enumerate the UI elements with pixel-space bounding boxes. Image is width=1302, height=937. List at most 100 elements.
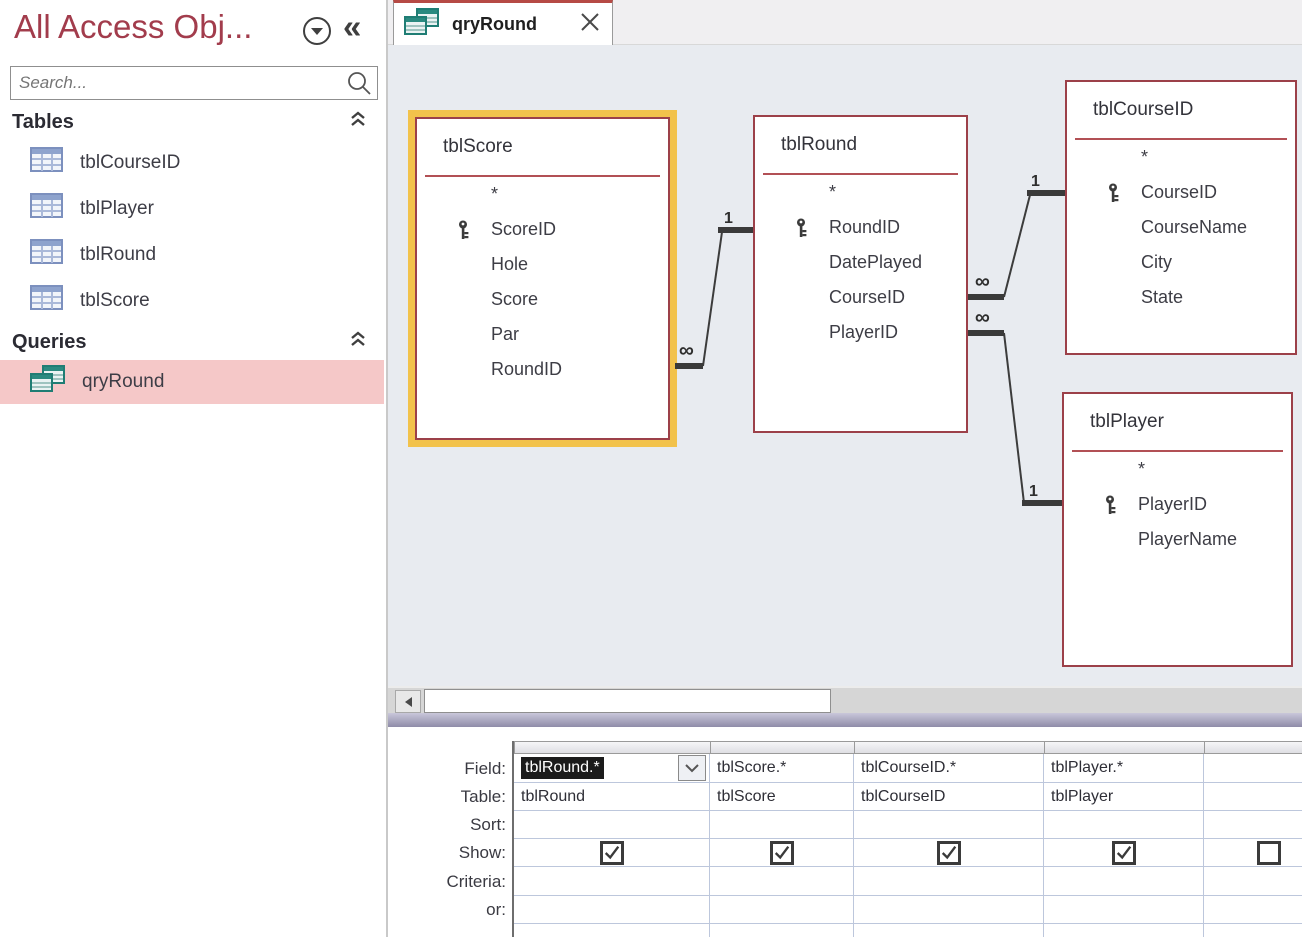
show-checkbox[interactable] [1257,841,1281,865]
grid-cell-criteria-col3[interactable] [854,867,1044,896]
show-checkbox[interactable] [1112,841,1136,865]
one-cardinality-label: 1 [724,210,733,227]
grid-cell-field-col2[interactable]: tblScore.* [710,754,854,783]
circle-chevron-down-icon [301,15,333,47]
grid-row-label-or: or: [388,900,506,920]
grid-cell-table-col2[interactable]: tblScore [710,783,854,811]
many-cardinality-label: ∞ [975,306,990,329]
collapse-section-icon[interactable] [348,329,368,355]
grid-cell-or2-col1[interactable] [514,924,710,937]
left-arrow-icon [403,696,413,708]
grid-row-label-field: Field: [388,759,506,779]
selected-field-value: tblRound.* [521,757,604,779]
grid-cell-table-col3[interactable]: tblCourseID [854,783,1044,811]
grid-column-selector[interactable] [514,741,711,754]
grid-cell-sort-col5[interactable] [1204,811,1302,839]
sidebar-item-tblplayer[interactable]: tblPlayer [0,186,384,232]
show-checkbox[interactable] [937,841,961,865]
grid-cell-table-col4[interactable]: tblPlayer [1044,783,1204,811]
document-area: qryRound tblScore*ScoreIDHoleScoreParRou… [388,0,1302,937]
grid-column-selector[interactable] [1044,741,1205,754]
grid-cell-show-col4[interactable] [1044,839,1204,867]
access-window: All Access Obj... « TablestblCourseIDtbl… [0,0,1302,937]
grid-row-label-sort: Sort: [388,815,506,835]
search-input[interactable] [11,67,341,99]
grid-cell-show-col2[interactable] [710,839,854,867]
grid-cell-sort-col4[interactable] [1044,811,1204,839]
nav-section-label: Tables [12,111,74,134]
pane-splitter[interactable] [388,713,1302,727]
grid-cell-table-col5[interactable] [1204,783,1302,811]
grid-cell-field-col3[interactable]: tblCourseID.* [854,754,1044,783]
grid-column-selector[interactable] [710,741,855,754]
diagram-horizontal-scrollbar[interactable] [388,686,1302,713]
nav-section-header-tables[interactable]: Tables [0,104,384,140]
grid-row-label-table: Table: [388,787,506,807]
nav-item-label: qryRound [82,371,164,393]
query-design-canvas[interactable]: tblScore*ScoreIDHoleScoreParRoundIDtblRo… [388,45,1302,686]
grid-cell-field-col5[interactable] [1204,754,1302,783]
grid-row-label-show: Show: [388,843,506,863]
search-icon[interactable] [341,67,377,99]
table-icon [30,285,64,317]
grid-cell-sort-col3[interactable] [854,811,1044,839]
one-cardinality-label: 1 [1031,173,1040,190]
query-design-grid: Field: Table: Sort: Show: Criteria: or: tblRou… [388,727,1302,937]
grid-column-selector[interactable] [854,741,1045,754]
sidebar-item-tblcourseid[interactable]: tblCourseID [0,140,384,186]
nav-section-label: Queries [12,331,86,354]
table-icon [30,193,64,225]
grid-cell-or2-col3[interactable] [854,924,1044,937]
relationship-tblround-tblscore[interactable]: ∞1 [675,210,753,366]
nav-pane-menu-button[interactable] [301,15,333,47]
grid-cell-criteria-col5[interactable] [1204,867,1302,896]
grid-cell-table-col1[interactable]: tblRound [514,783,710,811]
document-tab-bar: qryRound [388,0,1302,45]
grid-cell-or-col1[interactable] [514,896,710,924]
scrollbar-thumb[interactable] [424,689,831,713]
show-checkbox[interactable] [770,841,794,865]
relationship-tblcourseid-tblround[interactable]: ∞1 [968,173,1065,297]
tab-qryround[interactable]: qryRound [393,0,613,45]
sidebar-item-qryround[interactable]: qryRound [0,360,384,404]
grid-cell-or2-col4[interactable] [1044,924,1204,937]
sidebar-item-tblround[interactable]: tblRound [0,232,384,278]
grid-cell-or-col4[interactable] [1044,896,1204,924]
grid-cell-or-col3[interactable] [854,896,1044,924]
grid-cell-field-col4[interactable]: tblPlayer.* [1044,754,1204,783]
grid-cell-criteria-col2[interactable] [710,867,854,896]
nav-section-header-queries[interactable]: Queries [0,324,384,360]
navigation-pane: All Access Obj... « Tables tblCourseID tbl… [0,0,388,937]
relationship-tblplayer-tblround[interactable]: ∞1 [968,306,1062,503]
grid-cell-criteria-col4[interactable] [1044,867,1204,896]
one-cardinality-label: 1 [1029,483,1038,500]
table-icon [30,147,64,179]
grid-cell-sort-col2[interactable] [710,811,854,839]
grid-cell-sort-col1[interactable] [514,811,710,839]
table-icon [30,239,64,271]
grid-cell-or-col2[interactable] [710,896,854,924]
grid-cell-or2-col5[interactable] [1204,924,1302,937]
grid-row-label-criteria: Criteria: [388,872,506,892]
sidebar-item-tblscore[interactable]: tblScore [0,278,384,324]
query-icon [404,8,440,41]
grid-cell-field-col1[interactable]: tblRound.* [514,754,710,783]
grid-cell-show-col3[interactable] [854,839,1044,867]
grid-cell-criteria-col1[interactable] [514,867,710,896]
tab-close-icon[interactable] [578,10,602,39]
shutter-bar-collapse-icon[interactable]: « [343,6,361,48]
nav-sections: Tables tblCourseID tblPlayertblRoundtblSco… [0,104,384,404]
collapse-section-icon[interactable] [348,109,368,135]
grid-cell-or2-col2[interactable] [710,924,854,937]
query-icon [30,365,66,399]
scroll-left-button[interactable] [395,690,421,713]
grid-cell-or-col5[interactable] [1204,896,1302,924]
nav-item-label: tblCourseID [80,152,180,174]
grid-column-selector[interactable] [1204,741,1302,754]
grid-cell-show-col1[interactable] [514,839,710,867]
show-checkbox[interactable] [600,841,624,865]
nav-pane-title[interactable]: All Access Obj... [14,8,252,46]
many-cardinality-label: ∞ [679,339,694,362]
grid-cell-show-col5[interactable] [1204,839,1302,867]
many-cardinality-label: ∞ [975,270,990,293]
